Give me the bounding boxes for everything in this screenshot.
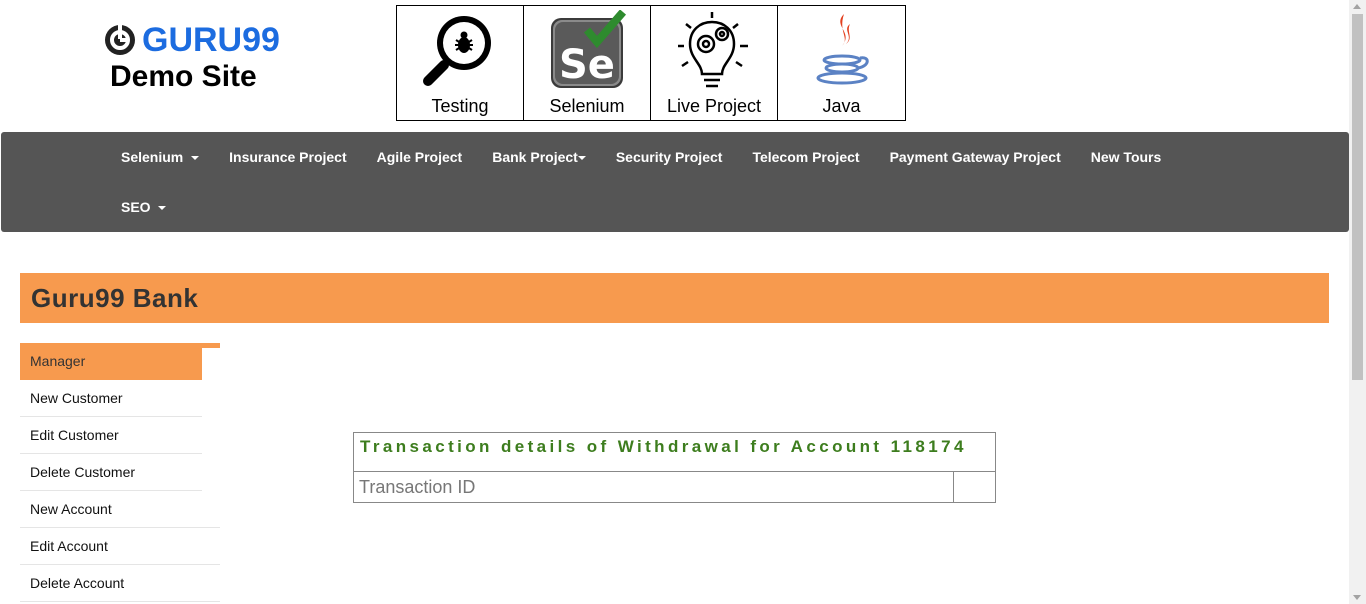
- transaction-id-label: Transaction ID: [354, 472, 954, 502]
- vertical-scrollbar[interactable]: [1349, 0, 1366, 604]
- menu-item-delete-account[interactable]: Delete Account: [20, 565, 220, 602]
- nav-item-seo[interactable]: SEO: [106, 182, 181, 232]
- top-link-label: Live Project: [666, 96, 762, 116]
- logo-brand: GURU99: [142, 21, 280, 59]
- page-title: Guru99 Bank: [31, 283, 199, 313]
- main-navbar: Selenium Insurance Project Agile Project…: [1, 132, 1349, 232]
- transaction-id-value: [954, 472, 995, 502]
- nav-row-1: Selenium Insurance Project Agile Project…: [106, 132, 1176, 182]
- nav-item-security-project[interactable]: Security Project: [601, 132, 738, 182]
- nav-item-new-tours[interactable]: New Tours: [1076, 132, 1177, 182]
- nav-item-telecom-project[interactable]: Telecom Project: [737, 132, 874, 182]
- site-logo[interactable]: GURU99 Demo Site: [104, 22, 284, 94]
- scroll-down-arrow-icon[interactable]: [1353, 595, 1361, 600]
- top-link-live-project[interactable]: Live Project: [651, 6, 778, 120]
- svg-text:Se: Se: [559, 42, 615, 88]
- top-link-java[interactable]: Java: [778, 6, 905, 120]
- caret-down-icon: [191, 156, 200, 161]
- side-menu: Manager New Customer Edit Customer Delet…: [20, 343, 220, 602]
- top-link-testing[interactable]: Testing: [397, 6, 524, 120]
- table-row: Transaction ID: [354, 472, 995, 502]
- lightbulb-gears-icon: [674, 10, 754, 90]
- nav-item-insurance-project[interactable]: Insurance Project: [214, 132, 362, 182]
- caret-down-icon: [158, 206, 167, 211]
- top-link-label: Java: [822, 96, 861, 116]
- transaction-heading: Transaction details of Withdrawal for Ac…: [354, 433, 995, 472]
- nav-item-bank-project[interactable]: Bank Project: [477, 132, 601, 182]
- menu-item-edit-customer[interactable]: Edit Customer: [20, 417, 202, 454]
- top-links: Testing Se Selenium Live Project Java: [396, 5, 906, 121]
- page: GURU99 Demo Site Testing Se Selenium Liv…: [0, 0, 1366, 604]
- menu-item-new-customer[interactable]: New Customer: [20, 380, 202, 417]
- menu-item-edit-account[interactable]: Edit Account: [20, 528, 220, 565]
- scroll-thumb[interactable]: [1352, 14, 1363, 380]
- bank-header: Guru99 Bank: [20, 273, 1329, 323]
- top-link-label: Testing: [431, 96, 489, 116]
- logo-subtitle: Demo Site: [110, 60, 257, 93]
- guru99-logo-icon: [104, 24, 136, 56]
- nav-item-payment-gateway-project[interactable]: Payment Gateway Project: [875, 132, 1076, 182]
- nav-item-label: Insurance Project: [229, 149, 347, 165]
- nav-row-2: SEO: [106, 182, 181, 232]
- menu-accent: [202, 343, 220, 348]
- caret-down-icon: [577, 156, 586, 161]
- java-coffee-icon: [802, 10, 882, 90]
- menu-item-delete-customer[interactable]: Delete Customer: [20, 454, 202, 491]
- nav-item-label: Agile Project: [376, 149, 463, 165]
- menu-item-new-account[interactable]: New Account: [20, 491, 220, 528]
- nav-item-label: Security Project: [615, 149, 723, 165]
- nav-item-label: New Tours: [1090, 149, 1162, 165]
- nav-item-label: Payment Gateway Project: [889, 149, 1061, 165]
- selenium-logo-icon: Se: [547, 10, 627, 90]
- magnifier-bug-icon: [420, 10, 500, 90]
- scroll-up-arrow-icon[interactable]: [1353, 4, 1361, 9]
- nav-item-selenium[interactable]: Selenium: [106, 132, 214, 182]
- top-link-label: Selenium: [549, 96, 625, 116]
- top-link-selenium[interactable]: Se Selenium: [524, 6, 651, 120]
- nav-item-label: Telecom Project: [752, 149, 860, 165]
- transaction-details-table: Transaction details of Withdrawal for Ac…: [353, 432, 996, 503]
- nav-item-label: Bank Project: [492, 149, 578, 165]
- menu-item-manager[interactable]: Manager: [20, 343, 202, 380]
- nav-item-label: SEO: [121, 199, 151, 215]
- nav-item-label: Selenium: [121, 149, 184, 165]
- nav-item-agile-project[interactable]: Agile Project: [362, 132, 478, 182]
